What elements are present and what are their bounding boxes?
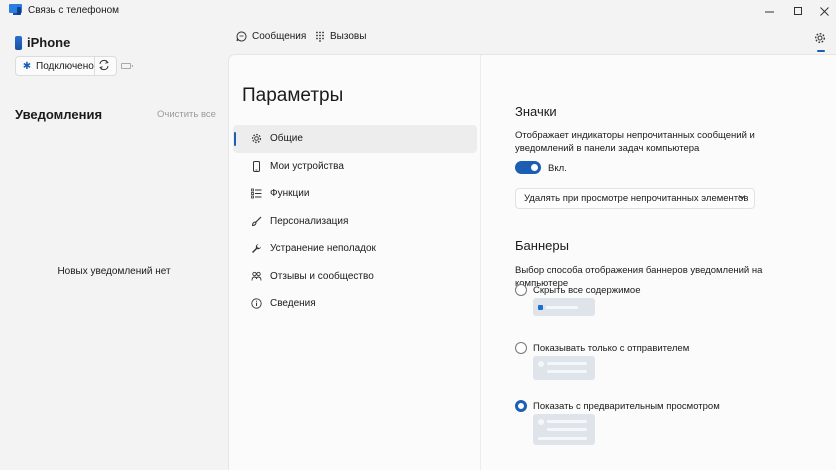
radio-button[interactable] (515, 342, 527, 354)
badges-toggle[interactable] (515, 161, 541, 174)
maximize-button[interactable] (784, 2, 812, 20)
settings-nav-label: Отзывы и сообщество (270, 270, 374, 282)
banner-option-label: Показывать только с отправителем (533, 342, 690, 354)
empty-notifications-text: Новых уведомлений нет (57, 266, 171, 277)
phone-link-app-icon (9, 4, 22, 15)
tab-messages-label: Сообщения (252, 31, 307, 42)
device-header: iPhone (15, 35, 70, 50)
brush-icon (251, 216, 262, 226)
maximize-icon (793, 6, 802, 15)
settings-nav-label: Функции (270, 188, 310, 200)
badges-toggle-label: Вкл. (548, 163, 567, 174)
banner-option-label: Скрыть все содержимое (533, 284, 641, 296)
connection-label: Подключено (36, 60, 94, 72)
settings-title: Параметры (242, 85, 344, 106)
phone-icon (253, 160, 260, 172)
tab-messages[interactable]: Сообщения (236, 31, 306, 42)
list-icon (251, 188, 262, 199)
settings-nav-personalization[interactable]: Персонализация (233, 208, 477, 236)
banner-option-hide[interactable]: Скрыть все содержимое (515, 284, 640, 296)
settings-nav-label: Сведения (270, 298, 316, 310)
settings-nav: Общие Мои устройства Функции Персонализа… (233, 125, 477, 318)
panel-divider (480, 55, 481, 470)
clear-all-button[interactable]: Очистить все (157, 109, 216, 120)
device-name: iPhone (27, 35, 71, 50)
top-navigation: Сообщения Вызовы (228, 22, 836, 54)
sync-button[interactable] (98, 59, 110, 74)
info-icon (251, 298, 262, 309)
minimize-button[interactable] (755, 2, 783, 20)
settings-nav-label: Устранение неполадок (270, 243, 376, 255)
settings-nav-my-devices[interactable]: Мои устройства (233, 153, 477, 181)
settings-nav-label: Персонализация (270, 215, 349, 227)
settings-button[interactable] (814, 31, 826, 49)
badges-heading: Значки (515, 104, 557, 119)
banner-preview-hide (533, 298, 595, 316)
tab-calls[interactable]: Вызовы (315, 31, 366, 42)
divider (94, 57, 95, 75)
gear-icon (814, 32, 826, 44)
phone-icon (15, 35, 22, 50)
tab-calls-label: Вызовы (330, 31, 367, 42)
sync-icon (99, 59, 109, 71)
people-icon (251, 271, 262, 281)
banner-option-sender[interactable]: Показывать только с отправителем (515, 342, 689, 354)
gear-icon (251, 134, 262, 144)
avatar (538, 361, 544, 367)
radio-button-checked[interactable] (515, 400, 527, 412)
chevron-down-icon (738, 193, 746, 203)
avatar (538, 419, 544, 425)
settings-panel: Параметры Общие Мои устройства Функции П… (228, 54, 836, 470)
chat-bubble-icon (236, 31, 247, 42)
close-icon (819, 6, 829, 16)
banner-preview-full (533, 414, 595, 445)
notifications-heading: Уведомления (15, 107, 103, 122)
close-button[interactable] (810, 2, 836, 20)
window-title: Связь с телефоном (28, 5, 120, 16)
settings-nav-label: Мои устройства (270, 160, 344, 172)
settings-nav-features[interactable]: Функции (233, 180, 477, 208)
battery-icon (121, 63, 133, 69)
badges-dropdown[interactable]: Удалять при просмотре непрочитанных элем… (515, 188, 755, 209)
minimize-icon (764, 11, 774, 12)
banner-option-label: Показать с предварительным просмотром (533, 400, 720, 412)
settings-nav-general[interactable]: Общие (233, 125, 477, 153)
settings-nav-troubleshoot[interactable]: Устранение неполадок (233, 235, 477, 263)
settings-active-indicator (817, 50, 825, 52)
radio-button[interactable] (515, 284, 527, 296)
wrench-icon (252, 244, 261, 254)
settings-nav-feedback[interactable]: Отзывы и сообщество (233, 263, 477, 291)
settings-nav-label: Общие (270, 133, 303, 145)
bluetooth-icon: ✱ (22, 60, 32, 72)
dialpad-icon (316, 31, 324, 42)
left-pane: iPhone ✱ Подключено Уведомления Очистить… (0, 22, 228, 470)
banner-option-preview[interactable]: Показать с предварительным просмотром (515, 400, 720, 412)
title-bar: Связь с телефоном (0, 0, 836, 22)
connection-status: ✱ Подключено (15, 56, 117, 76)
app-icon (538, 305, 543, 310)
banner-preview-sender (533, 356, 595, 380)
badges-dropdown-value: Удалять при просмотре непрочитанных элем… (524, 193, 749, 204)
badges-description: Отображает индикаторы непрочитанных сооб… (515, 130, 755, 154)
settings-nav-about[interactable]: Сведения (233, 290, 477, 318)
banners-heading: Баннеры (515, 238, 569, 253)
